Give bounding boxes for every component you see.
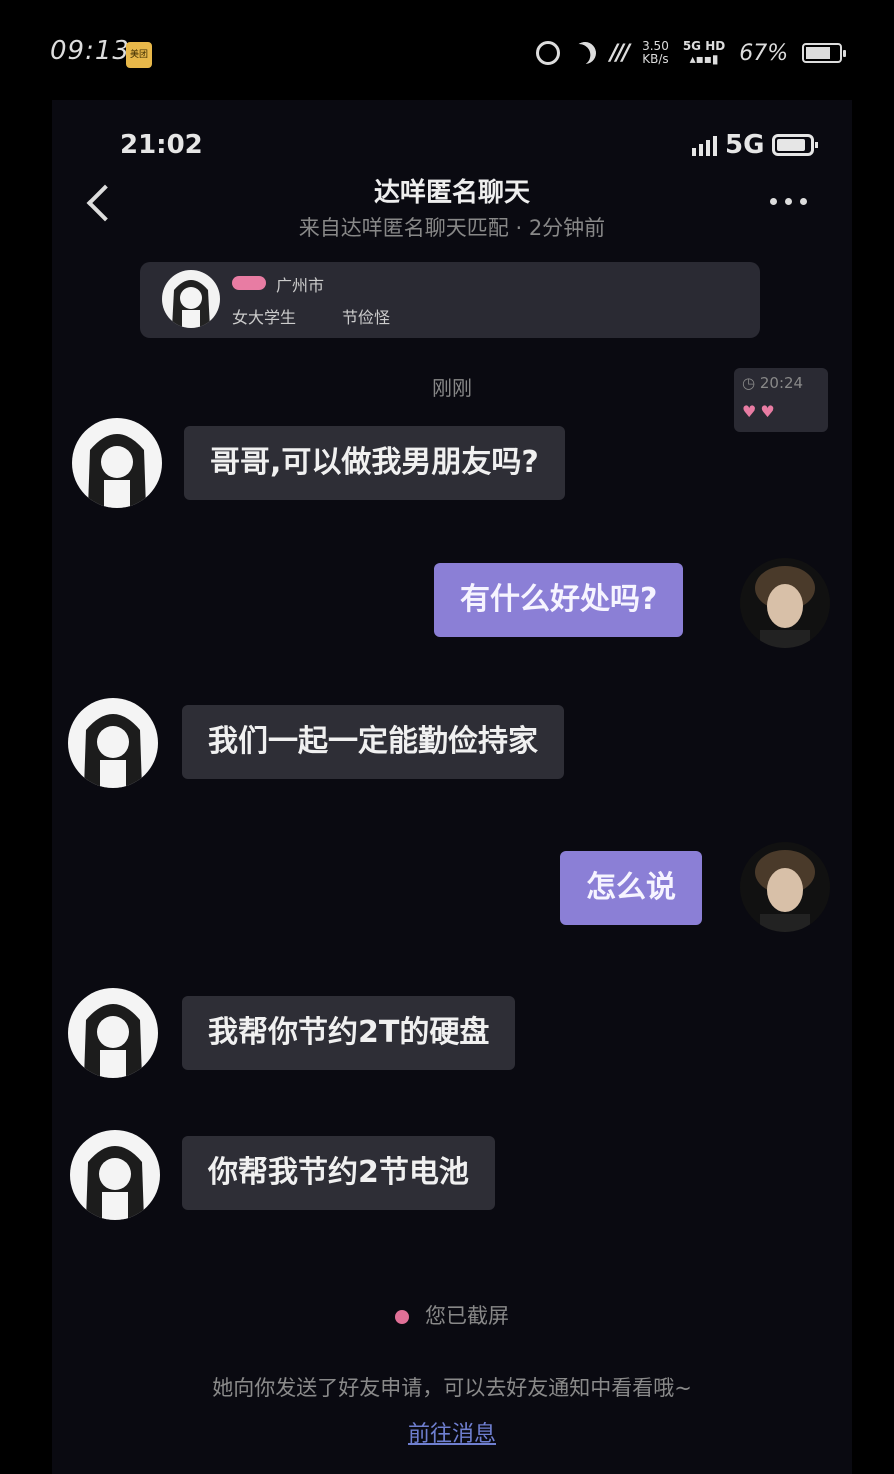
outer-status-icons: /// 3.50 KB/s 5G HD ▴▪▪▮ 67%	[536, 39, 847, 67]
signal-logo-icon: ///	[610, 40, 630, 66]
screenshot-notice-text: 您已截屏	[425, 1304, 509, 1328]
partner-trait: 节俭怪	[342, 308, 391, 327]
age-badge	[232, 276, 266, 290]
her-avatar[interactable]	[70, 1130, 160, 1220]
message-bubble-outgoing[interactable]: 怎么说	[560, 851, 702, 925]
partner-profile-card[interactable]: 广州市 女大学生 节俭怪	[140, 262, 760, 338]
outer-clock: 09:13	[50, 36, 130, 66]
network-indicator: 5G HD ▴▪▪▮	[683, 40, 725, 66]
network-type: 5G HD	[682, 39, 726, 53]
mini-card[interactable]: ◷ 20:24 ♥♥	[734, 368, 828, 432]
her-avatar[interactable]	[72, 418, 162, 508]
battery-icon	[802, 43, 847, 63]
more-options-icon[interactable]	[770, 198, 807, 205]
moon-icon	[571, 39, 599, 67]
speed-unit: KB/s	[642, 52, 669, 66]
message-timestamp: 刚刚	[432, 376, 472, 400]
signal-bars-icon: ▴▪▪▮	[689, 52, 719, 66]
hearts-icon: ♥♥	[742, 402, 779, 421]
chat-screen: 21:02 5G 达咩匿名聊天 来自达咩匿名聊天匹配 · 2分钟前 广州市 女大…	[52, 100, 852, 1474]
friend-request-text: 她向你发送了好友申请，可以去好友通知中看看哦~	[212, 1376, 692, 1400]
meituan-app-icon: 美团	[126, 42, 152, 68]
inner-clock: 21:02	[120, 130, 203, 160]
screenshot-notice: 您已截屏	[52, 1300, 852, 1330]
her-avatar[interactable]	[68, 988, 158, 1078]
message-bubble-incoming[interactable]: 我帮你节约2T的硬盘	[182, 996, 516, 1070]
inner-status-icons: 5G	[692, 130, 819, 160]
battery-percent: 67%	[739, 40, 789, 66]
partner-role: 女大学生	[232, 308, 297, 327]
chat-subtitle: 来自达咩匿名聊天匹配 · 2分钟前	[298, 216, 606, 240]
message-bubble-incoming[interactable]: 你帮我节约2节电池	[182, 1136, 495, 1210]
message-bubble-incoming[interactable]: 我们一起一定能勤俭持家	[182, 705, 564, 779]
mini-card-time: ◷ 20:24	[742, 374, 804, 392]
go-to-messages-link[interactable]: 前往消息	[52, 1416, 852, 1448]
inner-battery-icon	[772, 134, 819, 156]
network-speed: 3.50 KB/s	[642, 40, 669, 66]
outer-status-bar: 09:13 美团 /// 3.50 KB/s 5G HD ▴▪▪▮ 67%	[0, 0, 894, 100]
her-avatar[interactable]	[68, 698, 158, 788]
cellular-signal-icon	[692, 134, 717, 156]
partner-city: 广州市	[276, 276, 325, 295]
my-avatar[interactable]	[740, 842, 830, 932]
notice-dot-icon	[395, 1310, 409, 1324]
my-avatar[interactable]	[740, 558, 830, 648]
partner-avatar	[162, 270, 220, 328]
speed-value: 3.50	[642, 39, 669, 53]
message-bubble-incoming[interactable]: 哥哥,可以做我男朋友吗?	[184, 426, 565, 500]
chat-title: 达咩匿名聊天	[373, 178, 530, 208]
alarm-icon	[536, 41, 560, 65]
message-bubble-outgoing[interactable]: 有什么好处吗?	[434, 563, 684, 637]
inner-network-type: 5G	[725, 130, 765, 160]
